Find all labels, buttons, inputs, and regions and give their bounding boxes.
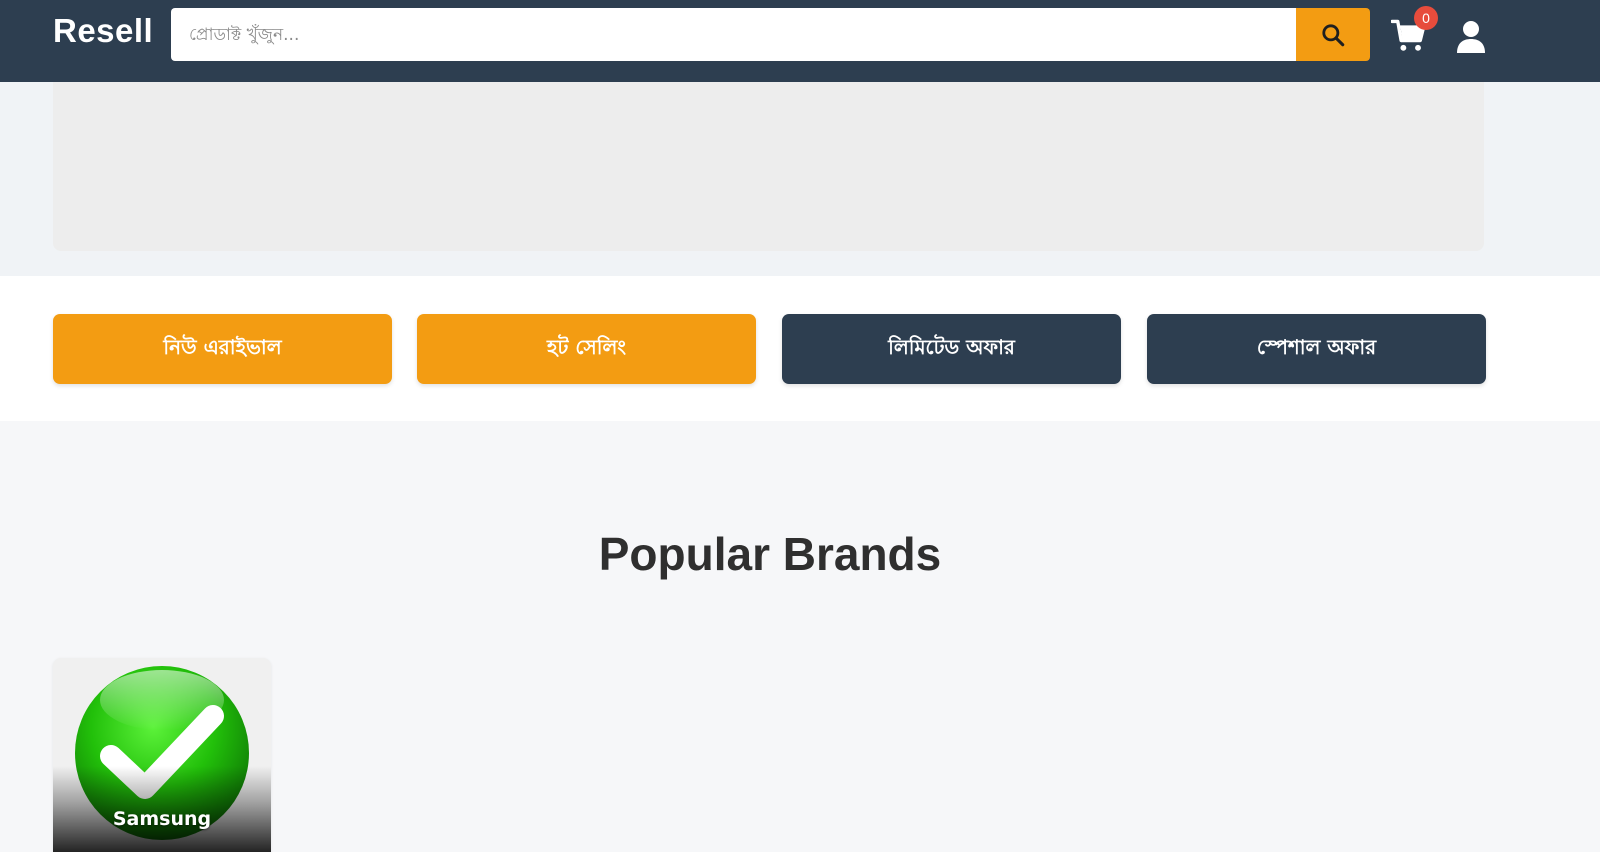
section-title-popular-brands: Popular Brands [598,528,942,580]
brand-card-samsung[interactable]: Samsung [53,658,271,852]
tab-new-arrival[interactable]: নিউ এরাইভাল [53,314,392,384]
tab-special-offer[interactable]: স্পেশাল অফার [1147,314,1486,384]
user-account-button[interactable] [1456,20,1488,56]
search-bar [171,8,1370,61]
cart-count-badge: 0 [1414,6,1438,30]
tab-hot-selling[interactable]: হট সেলিং [417,314,756,384]
brand-name-label: Samsung [112,808,212,830]
cart-button[interactable]: 0 [1390,6,1438,58]
tab-limited-offer[interactable]: লিমিটেড অফার [782,314,1121,384]
search-input[interactable] [171,8,1296,61]
top-navbar: Resell 0 [0,0,1600,82]
search-button[interactable] [1296,8,1370,61]
search-icon [1322,23,1345,46]
hero-banner-placeholder [53,82,1484,251]
site-logo[interactable]: Resell [53,12,153,50]
user-icon [1457,21,1485,53]
